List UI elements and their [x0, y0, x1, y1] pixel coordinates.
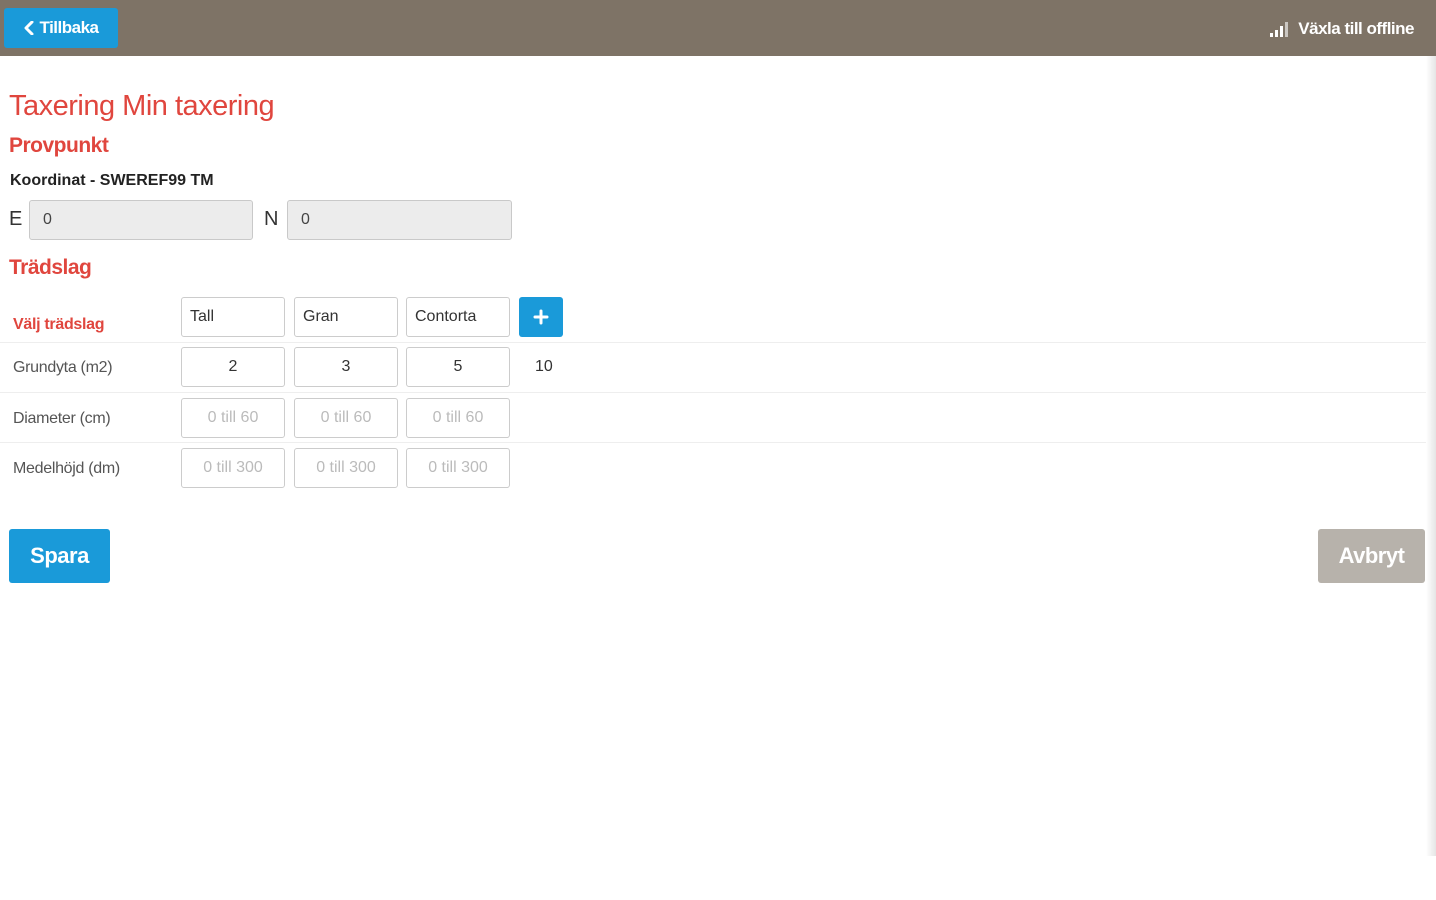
species-contorta-field[interactable]: Contorta — [406, 297, 510, 337]
mean-height-tall-input[interactable]: 0 till 300 — [181, 448, 285, 488]
row-divider — [0, 342, 1426, 343]
signal-icon — [1270, 22, 1289, 37]
diameter-tall-input[interactable]: 0 till 60 — [181, 398, 285, 438]
diameter-label: Diameter (cm) — [13, 410, 111, 427]
coordinate-system-label: Koordinat - SWEREF99 TM — [10, 172, 214, 189]
n-coordinate-input[interactable]: 0 — [287, 200, 512, 240]
diameter-contorta-input[interactable]: 0 till 60 — [406, 398, 510, 438]
mean-height-contorta-input[interactable]: 0 till 300 — [406, 448, 510, 488]
n-coordinate-label: N — [264, 208, 279, 230]
e-coordinate-input[interactable]: 0 — [29, 200, 253, 240]
basal-area-tall-input[interactable]: 2 — [181, 347, 285, 387]
row-divider — [0, 442, 1426, 443]
plus-icon — [533, 309, 549, 325]
add-species-button[interactable] — [519, 297, 563, 337]
row-divider — [0, 392, 1426, 393]
top-bar: Tillbaka Växla till offline — [0, 0, 1436, 56]
basal-area-label: Grundyta (m2) — [13, 359, 113, 376]
species-gran-field[interactable]: Gran — [294, 297, 398, 337]
switch-offline-label: Växla till offline — [1298, 19, 1414, 38]
switch-offline-button[interactable]: Växla till offline — [1268, 17, 1414, 41]
diameter-gran-input[interactable]: 0 till 60 — [294, 398, 398, 438]
page-title: Taxering Min taxering — [9, 90, 275, 122]
chevron-left-icon — [24, 21, 33, 35]
mean-height-label: Medelhöjd (dm) — [13, 460, 120, 477]
e-coordinate-label: E — [9, 208, 23, 230]
mean-height-gran-input[interactable]: 0 till 300 — [294, 448, 398, 488]
back-button-label: Tillbaka — [39, 18, 100, 37]
panel-edge-shadow — [1426, 56, 1436, 856]
save-button[interactable]: Spara — [9, 529, 110, 583]
species-tall-field[interactable]: Tall — [181, 297, 285, 337]
basal-area-gran-input[interactable]: 3 — [294, 347, 398, 387]
select-species-label: Välj trädslag — [13, 316, 105, 333]
section-title-provpunkt: Provpunkt — [9, 134, 109, 157]
back-button[interactable]: Tillbaka — [4, 8, 118, 48]
section-title-tradslag: Trädslag — [9, 256, 92, 279]
basal-area-total: 10 — [535, 358, 553, 375]
cancel-button[interactable]: Avbryt — [1318, 529, 1425, 583]
basal-area-contorta-input[interactable]: 5 — [406, 347, 510, 387]
